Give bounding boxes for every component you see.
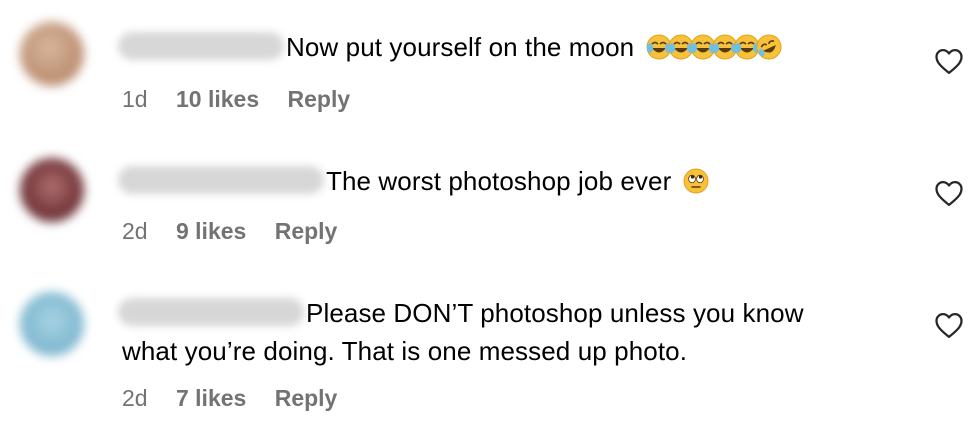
comment-text-continued: what you’re doing. That is one messed up… <box>122 336 688 366</box>
timestamp: 2d <box>122 385 148 411</box>
comment-text: The worst photoshop job ever <box>326 166 672 196</box>
timestamp: 1d <box>122 86 148 112</box>
emoji-group <box>683 168 709 194</box>
likes-count[interactable]: 9 likes <box>176 216 246 246</box>
comment-meta: 1d 10 likes Reply <box>122 84 350 114</box>
username-blurred[interactable] <box>118 32 284 61</box>
heart-outline-icon[interactable] <box>934 47 964 75</box>
comment-body: Please DON’T photoshop unless you know w… <box>118 294 918 370</box>
comment-body: The worst photoshop job ever <box>118 162 709 200</box>
timestamp: 2d <box>122 218 148 244</box>
comment-body: Now put yourself on the moon <box>118 28 782 66</box>
rolling-on-the-floor-laughing-icon <box>756 34 782 60</box>
avatar[interactable] <box>20 22 84 86</box>
face-with-rolling-eyes-icon <box>683 168 709 194</box>
heart-outline-icon[interactable] <box>934 311 964 339</box>
username-blurred[interactable] <box>118 298 304 327</box>
avatar[interactable] <box>20 292 84 356</box>
comment-text: Please DON’T photoshop unless you know <box>306 298 804 328</box>
likes-count[interactable]: 7 likes <box>176 383 246 413</box>
username-blurred[interactable] <box>118 166 324 195</box>
avatar[interactable] <box>20 158 84 222</box>
reply-button[interactable]: Reply <box>275 216 338 246</box>
reply-button[interactable]: Reply <box>275 383 338 413</box>
heart-outline-icon[interactable] <box>934 179 964 207</box>
emoji-group <box>646 34 782 60</box>
likes-count[interactable]: 10 likes <box>176 84 259 114</box>
comment-meta: 2d 7 likes Reply <box>122 383 337 413</box>
comment-text: Now put yourself on the moon <box>286 32 635 62</box>
reply-button[interactable]: Reply <box>288 84 351 114</box>
comment-meta: 2d 9 likes Reply <box>122 216 337 246</box>
